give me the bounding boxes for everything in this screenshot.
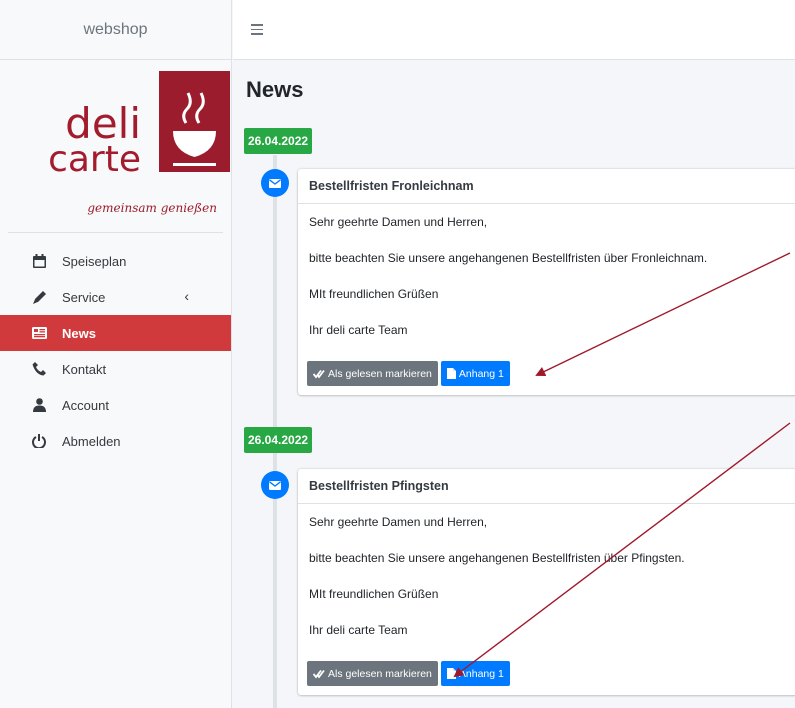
file-icon <box>446 368 456 379</box>
news-text-line: bitte beachten Sie unsere angehangenen B… <box>309 251 708 265</box>
news-actions: Als gelesen markieren Anhang 1 <box>298 654 795 695</box>
news-card: Bestellfristen Pfingsten Sehr geehrte Da… <box>298 469 795 695</box>
mark-as-read-label: Als gelesen markieren <box>328 367 432 380</box>
news-body: Sehr geehrte Damen und Herren, bitte bea… <box>298 204 795 354</box>
sidebar-item-label: News <box>62 325 96 341</box>
deli-carte-logo: deli carte gemeinsam genießen <box>8 60 230 233</box>
newspaper-icon <box>31 325 47 341</box>
logo-cup-icon <box>159 71 230 172</box>
power-icon <box>31 433 47 449</box>
user-icon <box>31 397 47 413</box>
sidebar-item-speiseplan[interactable]: Speiseplan <box>0 243 231 279</box>
mark-as-read-button[interactable]: Als gelesen markieren <box>307 361 438 386</box>
news-title: Bestellfristen Pfingsten <box>298 469 795 504</box>
page-title: News <box>246 77 304 102</box>
mark-as-read-button[interactable]: Als gelesen markieren <box>307 661 438 686</box>
news-text-line: MIt freundlichen Grüßen <box>309 587 439 601</box>
logo-tagline: gemeinsam genießen <box>87 201 217 215</box>
sidebar-item-label: Kontakt <box>62 361 107 377</box>
news-text-line: MIt freundlichen Grüßen <box>309 287 439 301</box>
menu-toggle-icon[interactable] <box>251 24 263 35</box>
date-badge: 26.04.2022 <box>244 128 313 154</box>
news-title: Bestellfristen Fronleichnam <box>298 169 795 204</box>
date-badge: 26.04.2022 <box>244 427 313 453</box>
sidebar-nav: Speiseplan Service ‹ News Kontakt Accoun… <box>0 243 231 459</box>
double-check-icon <box>313 669 325 679</box>
sidebar-item-label: Speiseplan <box>62 253 127 269</box>
brand-link[interactable]: webshop <box>0 0 231 60</box>
news-body: Sehr geehrte Damen und Herren, bitte bea… <box>298 504 795 654</box>
sidebar-item-abmelden[interactable]: Abmelden <box>0 423 231 459</box>
news-text-line: bitte beachten Sie unsere angehangenen B… <box>309 551 685 565</box>
news-text-line: Ihr deli carte Team <box>309 323 408 337</box>
sidebar-item-label: Abmelden <box>62 433 121 449</box>
pen-icon <box>31 289 47 305</box>
file-icon <box>446 668 456 679</box>
brand-name: webshop <box>83 20 148 38</box>
mark-as-read-label: Als gelesen markieren <box>328 667 432 680</box>
news-card: Bestellfristen Fronleichnam Sehr geehrte… <box>298 169 795 395</box>
sidebar-item-news[interactable]: News <box>0 315 231 351</box>
news-text-line: Sehr geehrte Damen und Herren, <box>309 515 488 529</box>
logo-text-line1: deli <box>65 99 141 148</box>
sidebar-item-service[interactable]: Service ‹ <box>0 279 231 315</box>
sidebar: webshop deli carte gemeinsam genießen Sp… <box>0 0 232 708</box>
sidebar-item-kontakt[interactable]: Kontakt <box>0 351 231 387</box>
sidebar-item-account[interactable]: Account <box>0 387 231 423</box>
top-navbar <box>233 0 795 60</box>
logo-text-line2: carte <box>48 139 141 180</box>
calendar-icon <box>31 253 47 269</box>
chevron-left-icon: ‹ <box>184 288 189 304</box>
envelope-icon <box>261 471 289 499</box>
attachment-button[interactable]: Anhang 1 <box>440 661 510 686</box>
sidebar-item-label: Account <box>62 397 109 413</box>
news-text-line: Ihr deli carte Team <box>309 623 408 637</box>
main-content: News 26.04.2022 Bestellfristen Fronleich… <box>233 61 795 708</box>
sidebar-item-label: Service <box>62 289 106 305</box>
phone-icon <box>31 361 47 377</box>
attachment-label: Anhang 1 <box>458 667 504 680</box>
double-check-icon <box>313 369 325 379</box>
envelope-icon <box>261 169 289 197</box>
news-actions: Als gelesen markieren Anhang 1 <box>298 354 795 395</box>
attachment-label: Anhang 1 <box>458 367 504 380</box>
news-text-line: Sehr geehrte Damen und Herren, <box>309 215 488 229</box>
attachment-button[interactable]: Anhang 1 <box>440 361 510 386</box>
